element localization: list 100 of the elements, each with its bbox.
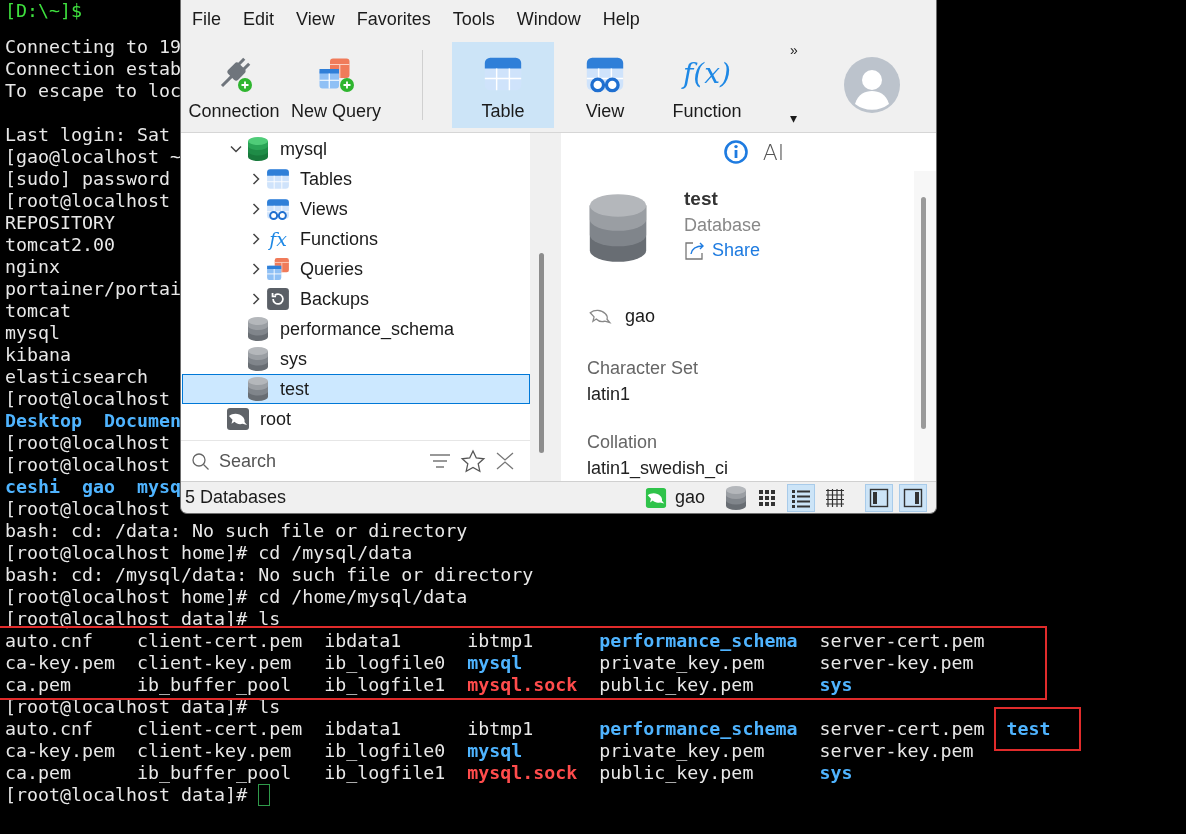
info-tab[interactable]	[722, 139, 749, 165]
sidebar-icon	[868, 486, 890, 509]
toolbar-button[interactable]: Connection	[183, 42, 285, 128]
field-value: latin1_swedish_ci	[587, 457, 730, 481]
info-icon	[722, 139, 749, 165]
terminal-line: [root@localhost	[5, 498, 171, 519]
object-type: Database	[684, 214, 762, 237]
file-name: server-key.pem	[819, 740, 974, 761]
function-icon: f(x)	[683, 54, 731, 94]
table-icon	[266, 167, 290, 191]
menu-item[interactable]: Window	[505, 8, 592, 30]
menu-item[interactable]: Edit	[232, 8, 286, 30]
file-name: ib_logfile0	[324, 652, 446, 673]
terminal-line: [root@localhost	[5, 190, 171, 211]
file-name: ib_logfile1	[324, 674, 446, 695]
search-icon	[191, 451, 211, 471]
file-name: ca.pem	[5, 674, 72, 695]
item-label: sys	[280, 348, 307, 370]
file-name: auto.cnf	[5, 630, 94, 651]
terminal-line: nginx	[5, 256, 61, 277]
terminal-line: [gao@localhost ~	[5, 146, 182, 167]
directory-name: mysql	[467, 652, 523, 673]
menu-item[interactable]: File	[181, 8, 232, 30]
dropdown-button[interactable]: ▾	[790, 110, 798, 126]
tree-item[interactable]: Queries	[182, 254, 530, 284]
collapse-icon	[494, 450, 516, 472]
directory-name: sys	[819, 674, 853, 695]
item-label: Functions	[300, 228, 379, 250]
toolbar-button[interactable]: Table	[452, 42, 554, 128]
tree-item[interactable]: mysql	[182, 134, 530, 164]
field-value: latin1	[587, 383, 632, 406]
terminal-line: bash: cd: /mysql/data: No such file or directory	[5, 564, 534, 585]
database-icon	[247, 136, 269, 162]
file-name: private_key.pem	[599, 740, 765, 761]
tree-item[interactable]: performance_schema	[182, 314, 530, 344]
ai-tab[interactable]: AI	[762, 139, 785, 165]
view-mode-button[interactable]	[787, 483, 815, 512]
file-name: public_key.pem	[599, 762, 754, 783]
directory-name: performance_schema	[599, 718, 798, 739]
terminal-line: elasticsearch	[5, 366, 149, 387]
tree-item[interactable]: Backups	[182, 284, 530, 314]
toolbar-button[interactable]: View	[554, 42, 656, 128]
menu-item[interactable]: Help	[591, 8, 651, 30]
terminal-line: [root@localhost	[5, 454, 171, 475]
file-name: client-cert.pem	[137, 718, 303, 739]
file-name: ibtmp1	[467, 718, 534, 739]
menu-item[interactable]: Favorites	[345, 8, 442, 30]
tree-item[interactable]: Views	[182, 194, 530, 224]
dolphin-icon	[644, 486, 667, 509]
terminal-line: [root@localhost data]# ls	[5, 608, 281, 629]
function-icon: fx	[269, 227, 287, 251]
file-name: auto.cnf	[5, 718, 94, 739]
socket-name: mysql.sock	[467, 674, 578, 695]
tree-item[interactable]: Tables	[182, 164, 530, 194]
sidebar-icon	[902, 486, 924, 509]
field-label: Collation	[587, 431, 659, 454]
overflow-button[interactable]: »	[790, 42, 798, 58]
status-text: 5 Databases	[185, 487, 287, 508]
database-name: test	[684, 187, 719, 211]
file-name: ibtmp1	[467, 630, 534, 651]
tree-item[interactable]: root	[182, 404, 530, 434]
file-name: server-cert.pem	[819, 630, 985, 651]
file-name: server-key.pem	[819, 652, 974, 673]
terminal-line: [D:\~]$	[5, 0, 83, 21]
query-icon	[266, 257, 290, 281]
terminal-line: To escape to loc	[5, 80, 182, 101]
database-icon	[247, 316, 269, 342]
file-name: client-key.pem	[137, 740, 292, 761]
toolbar-button[interactable]: New Query	[285, 42, 387, 128]
pane-toggle-button[interactable]	[899, 483, 927, 512]
item-label: Views	[300, 198, 348, 220]
tree-item[interactable]: fx Functions	[182, 224, 530, 254]
terminal-line: [root@localhost home]# cd /home/mysql/data	[5, 586, 468, 607]
file-name: ib_logfile0	[324, 740, 446, 761]
owner-name: gao	[625, 305, 656, 327]
terminal-line: [sudo] password	[5, 168, 171, 189]
terminal-line: [root@localhost	[5, 388, 171, 409]
search-field[interactable]: Search	[219, 450, 420, 472]
terminal-line: Desktop Documen	[5, 410, 182, 431]
file-name: public_key.pem	[599, 674, 754, 695]
terminal-line: tomcat2.00	[5, 234, 116, 255]
file-name: client-key.pem	[137, 652, 292, 673]
terminal-line: Connecting to 19	[5, 36, 182, 57]
share-button[interactable]: Share	[684, 239, 762, 261]
pane-toggle-button[interactable]	[865, 483, 893, 512]
backup-icon	[266, 287, 290, 311]
toolbar-button[interactable]: f(x) Function	[656, 42, 758, 128]
avatar-icon	[844, 57, 900, 113]
terminal-line: tomcat	[5, 300, 72, 321]
item-label: Tables	[300, 168, 353, 190]
socket-name: mysql.sock	[467, 762, 578, 783]
tree-item[interactable]: test	[182, 374, 530, 404]
tree-item[interactable]: sys	[182, 344, 530, 374]
terminal-line: kibana	[5, 344, 72, 365]
menu-item[interactable]: View	[285, 8, 346, 30]
file-name: ib_logfile1	[324, 762, 446, 783]
directory-name: test	[1006, 718, 1051, 739]
menu-item[interactable]: Tools	[441, 8, 506, 30]
directory-name: sys	[819, 762, 853, 783]
directory-name: performance_schema	[599, 630, 798, 651]
